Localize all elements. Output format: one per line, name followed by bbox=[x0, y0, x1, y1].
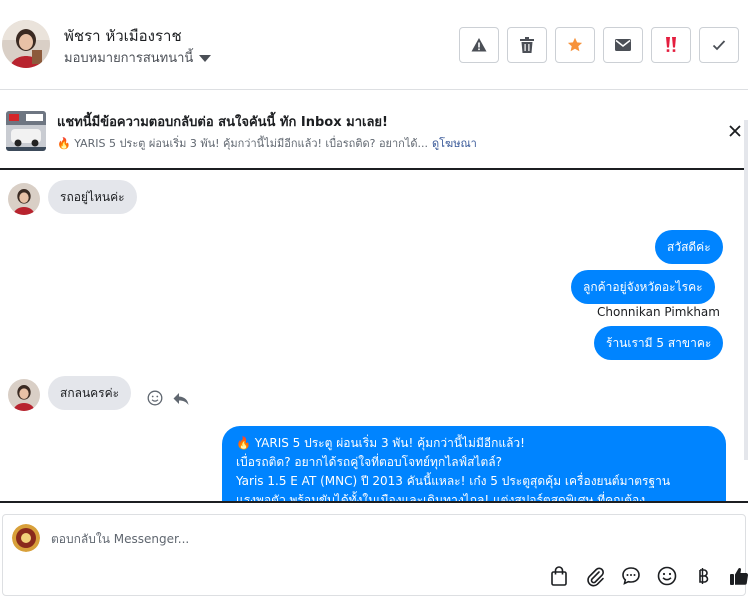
contact-message-avatar bbox=[8, 379, 40, 411]
spam-button[interactable] bbox=[459, 27, 499, 63]
chat-bubble-icon[interactable] bbox=[620, 565, 642, 587]
reply-icon[interactable] bbox=[173, 391, 189, 410]
conversation-header: พัชรา หัวเมืองราช มอบหมายการสนทนานี้ bbox=[0, 0, 748, 90]
thread-scrollbar[interactable] bbox=[744, 120, 748, 460]
check-icon bbox=[712, 39, 726, 51]
contact-message-avatar bbox=[8, 183, 40, 215]
outgoing-message: ลูกค้าอยู่จังหวัดอะไรคะ bbox=[571, 270, 715, 304]
view-ad-link[interactable]: ดูโฆษณา bbox=[432, 137, 477, 150]
thumbs-up-icon[interactable] bbox=[728, 565, 748, 587]
message-thread[interactable]: รถอยู่ไหนค่ะ สวัสดีค่ะ ลูกค้าอยู่จังหวัด… bbox=[0, 171, 748, 502]
warning-icon bbox=[471, 37, 487, 53]
assign-label: มอบหมายการสนทนานี้ bbox=[64, 51, 194, 66]
ad-banner-title: แชทนี้มีข้อความตอบกลับต่อ สนใจคันนี้ ทัก… bbox=[57, 115, 388, 130]
thread-divider bbox=[0, 501, 748, 503]
ad-reply-banner: แชทนี้มีข้อความตอบกลับต่อ สนใจคันนี้ ทัก… bbox=[0, 90, 748, 170]
close-icon[interactable] bbox=[726, 122, 744, 140]
page-avatar bbox=[12, 524, 40, 552]
message-line: 🔥 YARIS 5 ประตู ผ่อนเริ่ม 3 พัน! คุ้มกว่… bbox=[236, 436, 525, 450]
mark-unread-button[interactable] bbox=[603, 27, 643, 63]
message-actions bbox=[147, 390, 189, 410]
outgoing-message: สวัสดีค่ะ bbox=[655, 230, 723, 264]
trash-icon bbox=[520, 37, 534, 53]
contact-avatar[interactable] bbox=[2, 20, 50, 68]
smiley-react-icon[interactable] bbox=[147, 390, 163, 410]
header-toolbar bbox=[459, 27, 739, 63]
incoming-message: รถอยู่ไหนค่ะ bbox=[48, 180, 137, 214]
outgoing-message-long: 🔥 YARIS 5 ประตู ผ่อนเริ่ม 3 พัน! คุ้มกว่… bbox=[222, 426, 726, 502]
contact-name: พัชรา หัวเมืองราช bbox=[64, 27, 182, 45]
baht-icon[interactable] bbox=[692, 565, 714, 587]
ad-thumbnail[interactable] bbox=[6, 111, 46, 151]
envelope-icon bbox=[615, 39, 631, 51]
emoji-icon[interactable] bbox=[656, 565, 678, 587]
paperclip-icon[interactable] bbox=[584, 565, 606, 587]
star-button[interactable] bbox=[555, 27, 595, 63]
reply-input[interactable] bbox=[51, 529, 691, 549]
star-icon bbox=[567, 37, 583, 53]
message-line: เบื่อรถติด? อยากได้รถคู่ใจที่ตอบโจทย์ทุก… bbox=[236, 455, 502, 469]
caret-down-icon bbox=[199, 54, 212, 62]
delete-button[interactable] bbox=[507, 27, 547, 63]
double-exclamation-icon bbox=[664, 37, 678, 53]
shopping-bag-icon[interactable] bbox=[548, 565, 570, 587]
outgoing-message: ร้านเรามี 5 สาขาคะ bbox=[594, 326, 724, 360]
mark-done-button[interactable] bbox=[699, 27, 739, 63]
composer-toolbar bbox=[548, 565, 748, 587]
sender-name: Chonnikan Pimkham bbox=[597, 305, 720, 319]
assign-conversation-dropdown[interactable]: มอบหมายการสนทนานี้ bbox=[64, 47, 212, 68]
ad-banner-text: 🔥 YARIS 5 ประตู ผ่อนเริ่ม 3 พัน! คุ้มกว่… bbox=[57, 137, 428, 150]
message-line: Yaris 1.5 E AT (MNC) ปี 2013 คันนี้แหละ!… bbox=[236, 474, 671, 488]
incoming-message: สกลนครค่ะ bbox=[48, 376, 132, 410]
ad-banner-subtitle: 🔥 YARIS 5 ประตู ผ่อนเริ่ม 3 พัน! คุ้มกว่… bbox=[57, 134, 477, 152]
follow-up-button[interactable] bbox=[651, 27, 691, 63]
reply-composer bbox=[2, 514, 748, 596]
